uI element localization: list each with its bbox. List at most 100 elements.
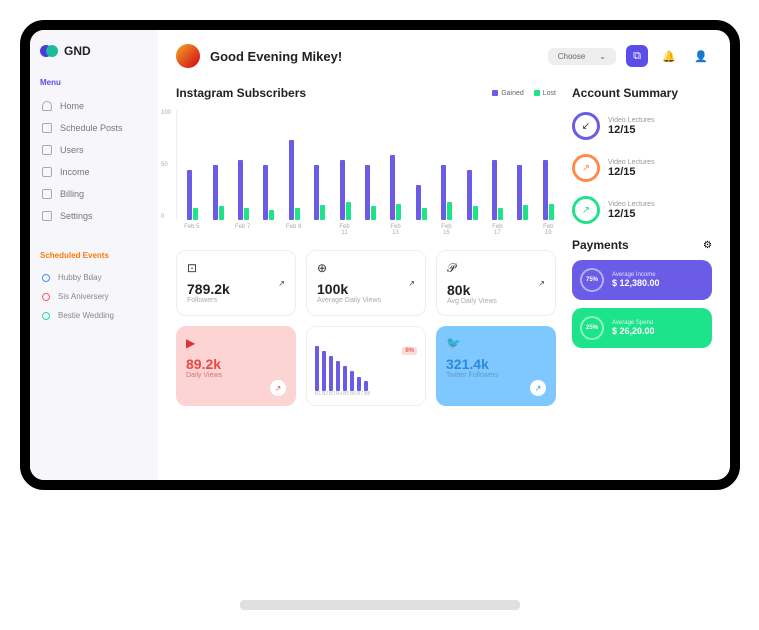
income-icon — [42, 167, 52, 177]
payment-card[interactable]: 75%Average Income$ 12,380.00 — [572, 260, 712, 300]
logo: GND — [40, 44, 148, 58]
daily-views-card[interactable]: ⊕ 100k Average Daily Views ↗ — [306, 250, 426, 316]
event-label: Bestie Wedding — [58, 311, 114, 320]
nav-label: Income — [60, 167, 90, 177]
pct-ring: 75% — [580, 268, 604, 292]
event-item[interactable]: Hubby Bday — [40, 268, 148, 287]
menu-label: Menu — [40, 78, 148, 87]
stat-label: Average Daily Views — [317, 297, 415, 304]
summary-value: 12/15 — [608, 166, 655, 178]
pinterest-icon: 𝒫 — [447, 261, 545, 276]
stat-label: Twitter Followers — [446, 372, 546, 379]
payment-card[interactable]: 25%Average Spend$ 26,20.00 — [572, 308, 712, 348]
event-item[interactable]: Bestie Wedding — [40, 306, 148, 325]
stat-value: 80k — [447, 282, 545, 298]
legend-label: Gained — [501, 90, 524, 97]
user-icon: 👤 — [694, 50, 708, 63]
dot-icon — [42, 293, 50, 301]
instagram-icon: ⊡ — [187, 261, 285, 275]
summary-title: Account Summary — [572, 86, 712, 100]
stat-value: 789.2k — [187, 281, 285, 297]
nav-income[interactable]: Income — [40, 161, 148, 183]
choose-dropdown[interactable]: Choose ⌄ — [548, 48, 616, 65]
bar-chart: 100500 — [176, 110, 556, 220]
event-item[interactable]: Sis Aniversery — [40, 287, 148, 306]
summary-item[interactable]: ↗Video Lectures12/15 — [572, 196, 712, 224]
summary-label: Video Lectures — [608, 117, 655, 124]
logo-icon — [40, 45, 58, 57]
nav-label: Home — [60, 101, 84, 111]
brand-name: GND — [64, 44, 91, 58]
nav-billing[interactable]: Billing — [40, 183, 148, 205]
summary-item[interactable]: ↗Video Lectures12/15 — [572, 154, 712, 182]
progress-ring: ↙ — [572, 112, 600, 140]
trend-up-icon: ↗ — [530, 380, 546, 396]
chart-legend: Gained Lost — [492, 90, 556, 97]
trend-up-icon: ↗ — [278, 279, 285, 288]
bell-icon: 🔔 — [662, 50, 676, 63]
event-label: Sis Aniversery — [58, 292, 109, 301]
globe-icon: ⊕ — [317, 261, 415, 275]
nav-list: Home Schedule Posts Users Income Billing… — [40, 95, 148, 227]
header: Good Evening Mikey! Choose⌄ ⧉ 🔔 👤 — [176, 44, 712, 68]
event-label: Hubby Bday — [58, 273, 102, 282]
choose-label: Choose — [558, 52, 586, 61]
nav-schedule[interactable]: Schedule Posts — [40, 117, 148, 139]
stat-label: Daily Views — [186, 372, 286, 379]
calendar-icon — [42, 123, 52, 133]
nav-home[interactable]: Home — [40, 95, 148, 117]
bell-button[interactable]: 🔔 — [658, 45, 680, 67]
youtube-card[interactable]: ▶ 89.2k Daily Views ↗ — [176, 326, 296, 406]
events-list: Hubby Bday Sis Aniversery Bestie Wedding — [40, 268, 148, 325]
avg-views-card[interactable]: 𝒫 80k Avg Daily Views ↗ — [436, 250, 556, 316]
avatar[interactable] — [176, 44, 200, 68]
main: Good Evening Mikey! Choose⌄ ⧉ 🔔 👤 Instag… — [158, 30, 730, 480]
stat-value: 89.2k — [186, 356, 286, 372]
nav-label: Users — [60, 145, 84, 155]
twitter-card[interactable]: 🐦 321.4k Twitter Followers ↗ — [436, 326, 556, 406]
nav-label: Settings — [60, 211, 93, 221]
stat-label: Followers — [187, 297, 285, 304]
nav-label: Schedule Posts — [60, 123, 123, 133]
legend-label: Lost — [543, 90, 556, 97]
trend-up-icon: ↗ — [270, 380, 286, 396]
billing-icon — [42, 189, 52, 199]
mini-x-axis: B1B2B3B4B5B6B7B8 — [315, 391, 417, 397]
users-icon — [42, 145, 52, 155]
pct-badge: 8% — [402, 347, 417, 355]
trend-up-icon: ↗ — [538, 279, 545, 288]
payment-value: $ 26,20.00 — [612, 326, 655, 336]
trend-up-icon: ↗ — [408, 279, 415, 288]
filter-icon[interactable]: ⚙ — [703, 240, 712, 251]
mini-bar-chart: 8% — [315, 341, 417, 391]
layers-icon: ⧉ — [633, 50, 641, 63]
x-axis: Feb 5Feb 7Feb 9Feb 11Feb 13Feb 15Feb 17F… — [176, 224, 556, 236]
progress-ring: ↗ — [572, 196, 600, 224]
layers-button[interactable]: ⧉ — [626, 45, 648, 67]
followers-card[interactable]: ⊡ 789.2k Followers ↗ — [176, 250, 296, 316]
payments-title: Payments — [572, 238, 629, 252]
home-icon — [42, 101, 52, 111]
chevron-down-icon: ⌄ — [599, 52, 606, 61]
summary-value: 12/15 — [608, 124, 655, 136]
mini-chart-card[interactable]: 8% B1B2B3B4B5B6B7B8 — [306, 326, 426, 406]
gear-icon — [42, 211, 52, 221]
stat-value: 100k — [317, 281, 415, 297]
summary-label: Video Lectures — [608, 201, 655, 208]
summary-list: ↙Video Lectures12/15↗Video Lectures12/15… — [572, 112, 712, 224]
youtube-icon: ▶ — [186, 336, 286, 350]
events-label: Scheduled Events — [40, 251, 148, 260]
nav-users[interactable]: Users — [40, 139, 148, 161]
payments-list: 75%Average Income$ 12,380.00 25%Average S… — [572, 260, 712, 348]
summary-item[interactable]: ↙ Video Lectures12/15 — [572, 112, 712, 140]
dot-icon — [42, 274, 50, 282]
pct-ring: 25% — [580, 316, 604, 340]
nav-label: Billing — [60, 189, 84, 199]
stat-label: Avg Daily Views — [447, 298, 545, 305]
progress-ring: ↗ — [572, 154, 600, 182]
nav-settings[interactable]: Settings — [40, 205, 148, 227]
profile-button[interactable]: 👤 — [690, 45, 712, 67]
legend-swatch — [534, 90, 540, 96]
chart-title: Instagram Subscribers — [176, 86, 306, 100]
stat-value: 321.4k — [446, 356, 546, 372]
